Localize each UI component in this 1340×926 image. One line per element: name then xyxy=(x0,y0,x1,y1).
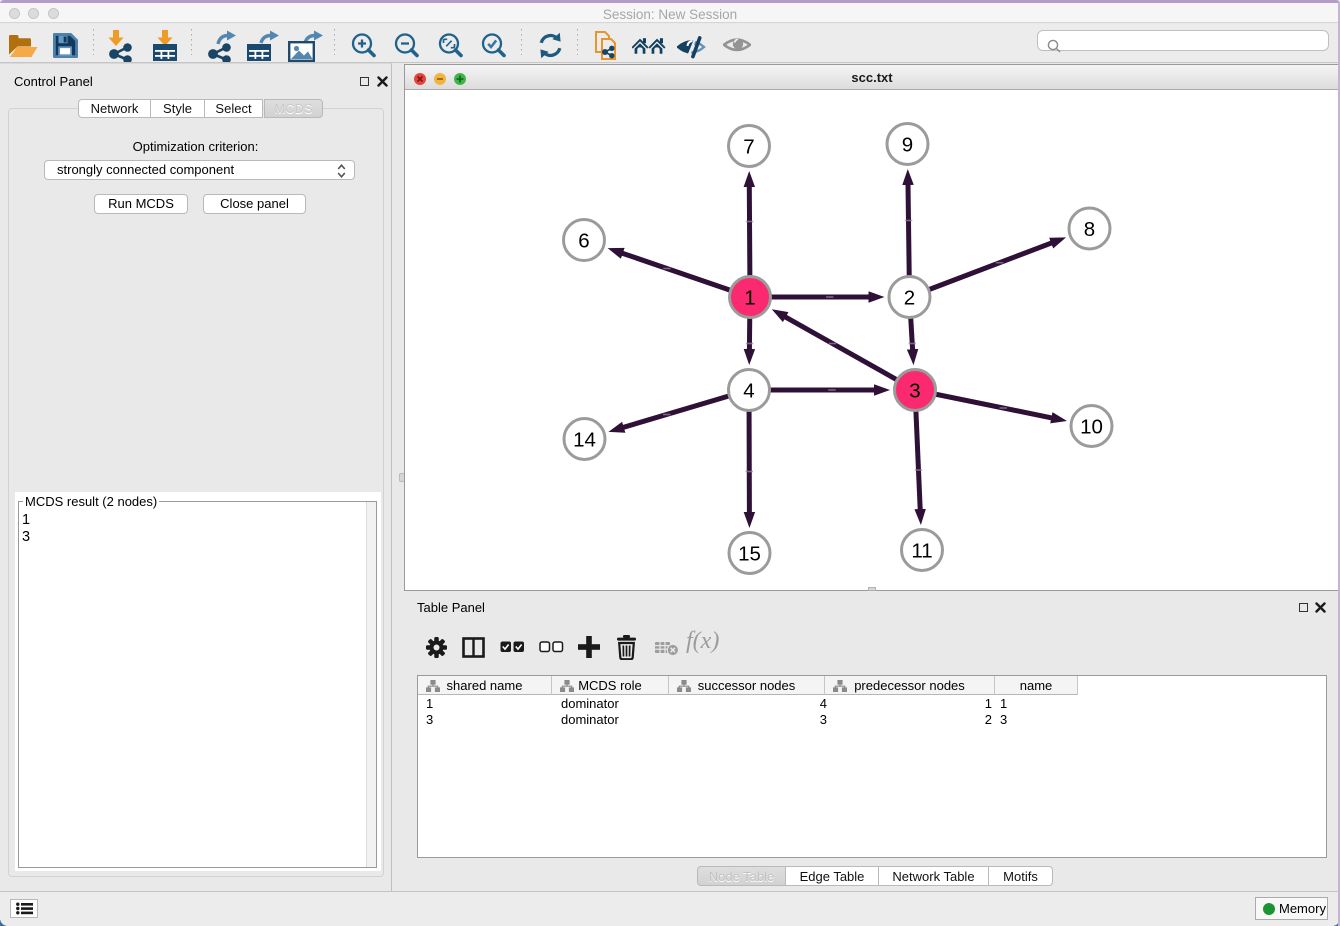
svg-text:6: 6 xyxy=(578,230,589,253)
svg-text:10: 10 xyxy=(1080,416,1103,439)
svg-text:8: 8 xyxy=(1084,218,1095,241)
svg-text:14: 14 xyxy=(573,429,596,452)
svg-text:15: 15 xyxy=(738,543,761,566)
svg-text:3: 3 xyxy=(909,380,920,403)
svg-text:4: 4 xyxy=(743,380,754,403)
svg-text:1: 1 xyxy=(744,287,755,310)
svg-text:11: 11 xyxy=(911,540,932,563)
svg-text:7: 7 xyxy=(743,136,754,159)
svg-text:2: 2 xyxy=(904,287,915,310)
svg-text:9: 9 xyxy=(902,134,913,157)
